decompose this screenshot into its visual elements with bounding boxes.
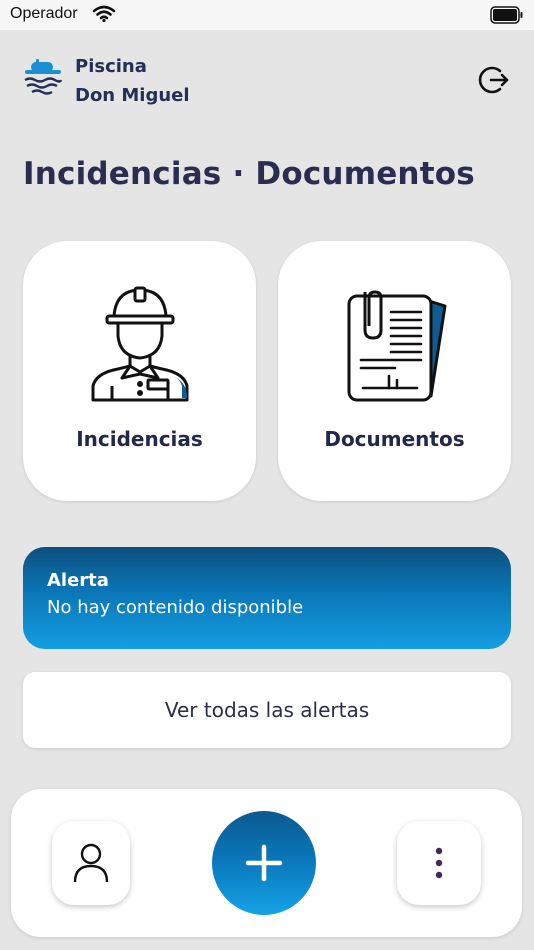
brand-name-line2: Don Miguel bbox=[75, 85, 190, 106]
alert-message: No hay contenido disponible bbox=[47, 597, 304, 618]
profile-button[interactable] bbox=[52, 821, 130, 905]
pool-logo-icon bbox=[22, 58, 64, 102]
documentos-card[interactable]: Documentos bbox=[278, 241, 511, 501]
documentos-label: Documentos bbox=[324, 427, 465, 451]
bottom-navigation bbox=[11, 789, 522, 937]
carrier-label: Operador bbox=[10, 5, 78, 22]
worker-icon bbox=[82, 286, 198, 406]
incidencias-card[interactable]: Incidencias bbox=[23, 241, 256, 501]
status-bar: Operador bbox=[0, 0, 534, 30]
incidencias-label: Incidencias bbox=[76, 427, 203, 451]
battery-icon bbox=[490, 6, 524, 28]
logout-icon bbox=[478, 66, 509, 94]
more-options-button[interactable] bbox=[397, 821, 481, 905]
logout-button[interactable] bbox=[478, 64, 510, 96]
page-title: Incidencias · Documentos bbox=[23, 156, 475, 192]
more-vertical-icon bbox=[435, 847, 443, 879]
add-button[interactable] bbox=[212, 811, 316, 915]
brand-name: Piscina Don Miguel bbox=[75, 52, 235, 110]
alert-banner[interactable]: Alerta No hay contenido disponible bbox=[23, 547, 511, 649]
plus-icon bbox=[245, 844, 283, 882]
view-all-alerts-button[interactable]: Ver todas las alertas bbox=[23, 672, 511, 748]
user-icon bbox=[73, 843, 109, 883]
brand-name-line1: Piscina bbox=[75, 56, 147, 77]
wifi-icon bbox=[92, 5, 116, 27]
documents-icon bbox=[339, 286, 451, 408]
alert-title: Alerta bbox=[47, 570, 109, 591]
